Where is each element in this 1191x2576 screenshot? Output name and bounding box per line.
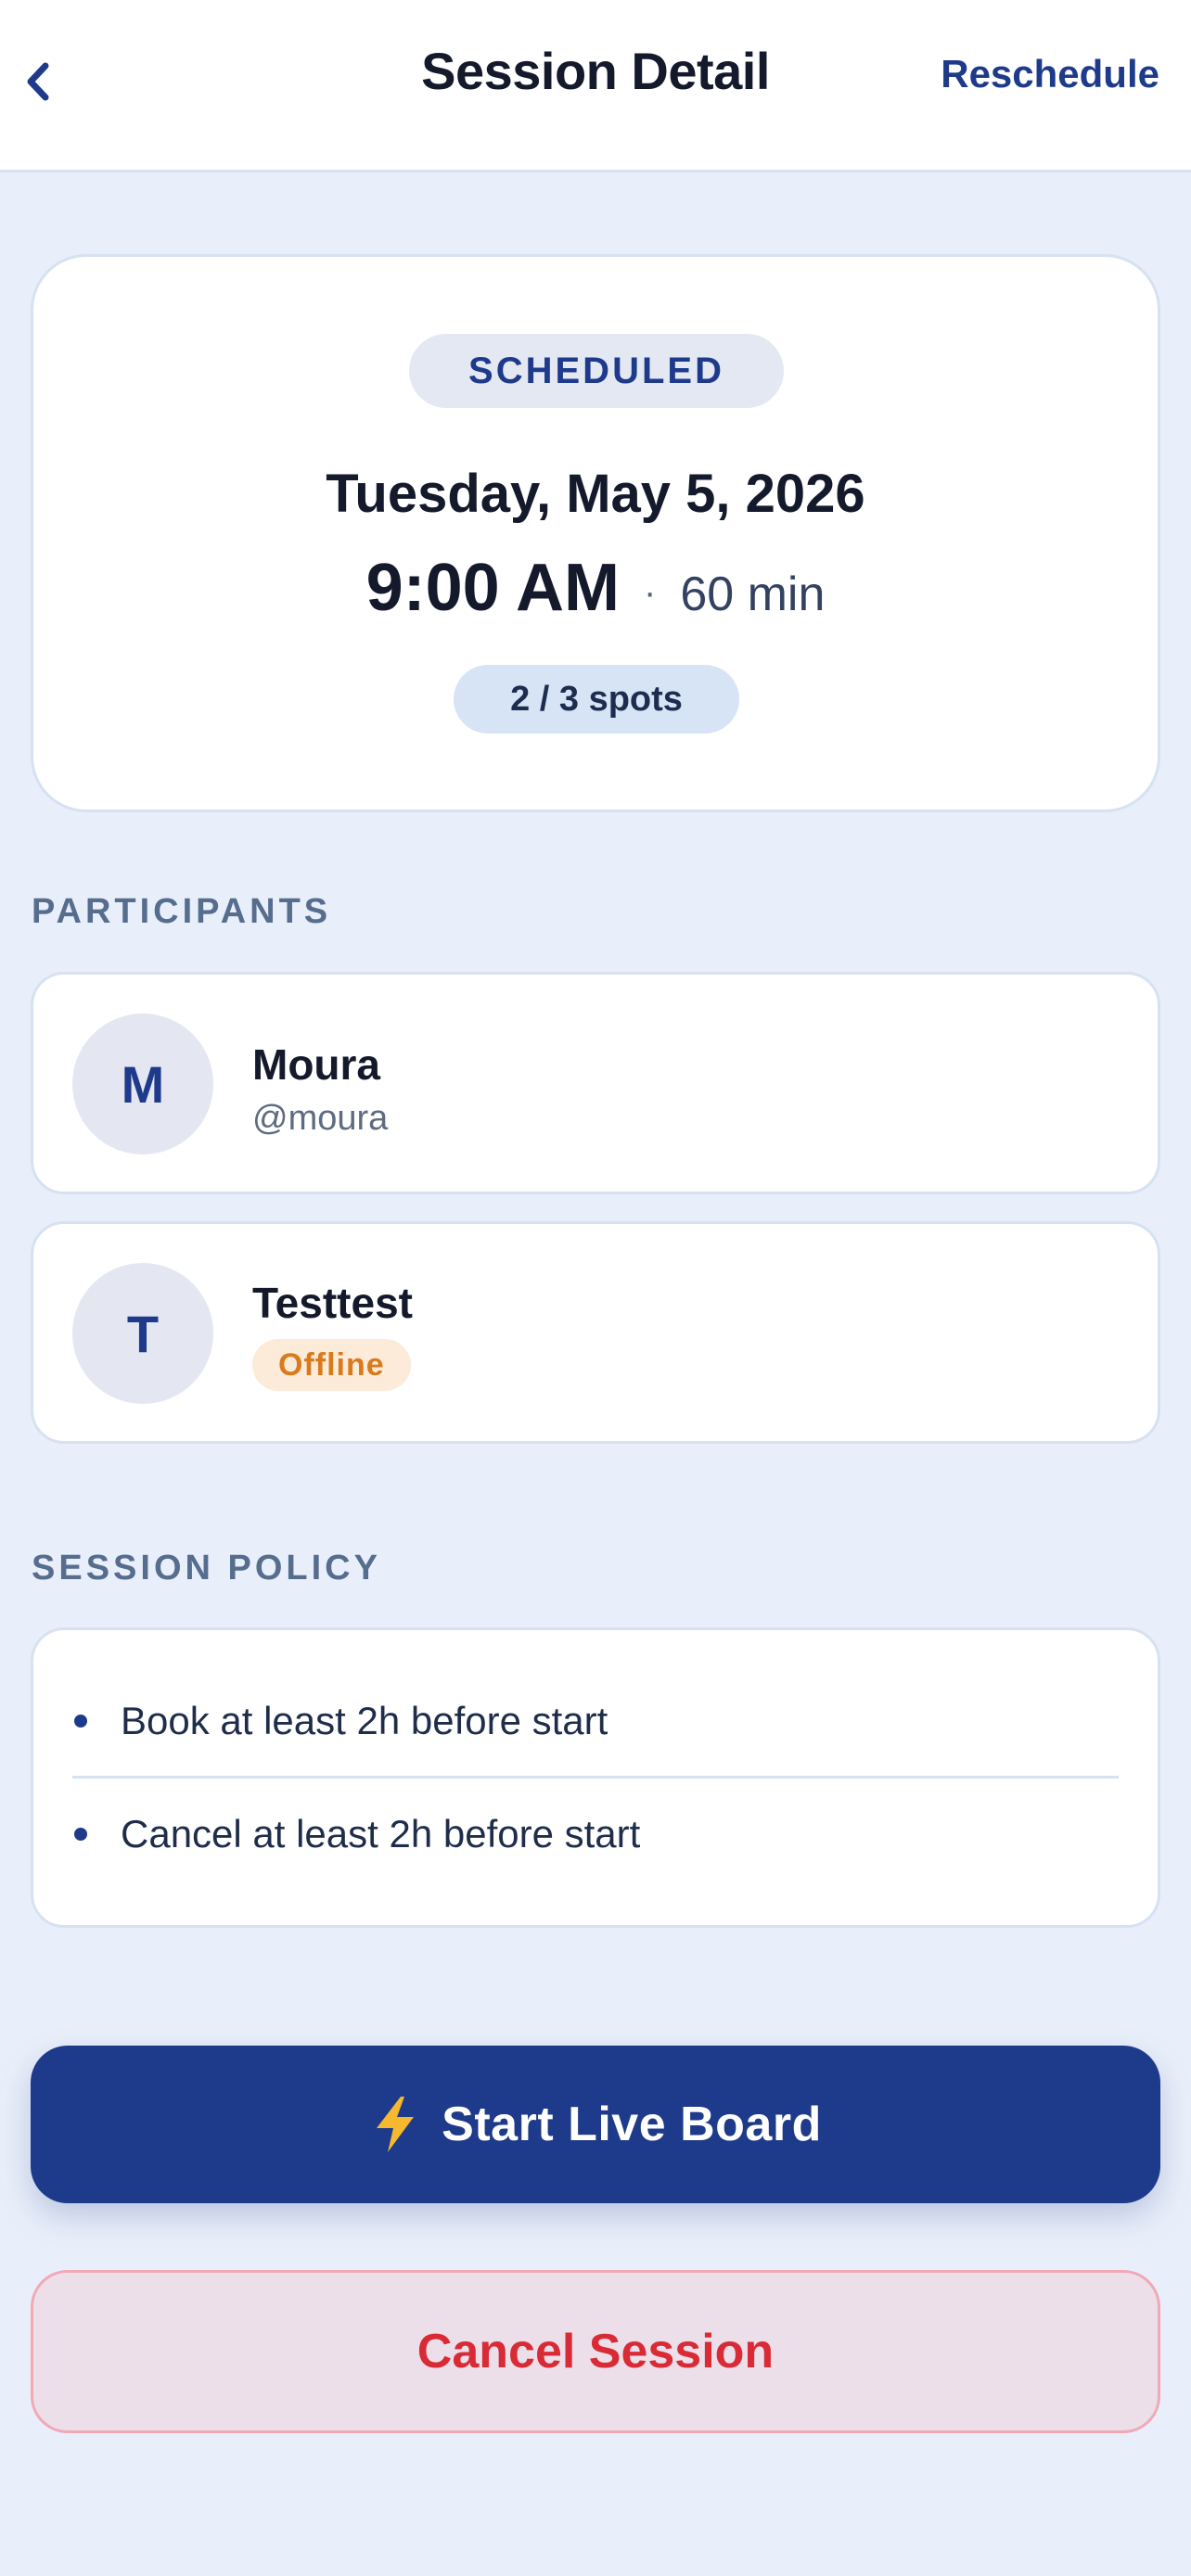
start-live-board-label: Start Live Board bbox=[442, 2098, 822, 2151]
participant-name: Moura bbox=[252, 1040, 380, 1089]
policy-text: Book at least 2h before start bbox=[121, 1699, 608, 1742]
nav-header: Session Detail Reschedule bbox=[0, 0, 1191, 172]
session-time: 9:00 AM bbox=[365, 551, 620, 625]
participant-name: Testtest bbox=[252, 1279, 413, 1327]
offline-status-badge: Offline bbox=[252, 1339, 411, 1391]
cancel-session-label: Cancel Session bbox=[416, 2325, 775, 2378]
lightning-bolt-icon bbox=[377, 2097, 415, 2152]
policy-card: Book at least 2h before start Cancel at … bbox=[31, 1627, 1160, 1928]
participant-card[interactable]: M Moura @moura bbox=[31, 972, 1160, 1194]
session-duration: 60 min bbox=[680, 567, 826, 621]
status-badge: SCHEDULED bbox=[409, 334, 784, 408]
reschedule-button[interactable]: Reschedule bbox=[941, 52, 1159, 96]
start-live-board-button[interactable]: Start Live Board bbox=[31, 2046, 1160, 2203]
cancel-session-button[interactable]: Cancel Session bbox=[31, 2270, 1160, 2433]
bullet-icon bbox=[74, 1715, 87, 1728]
session-date: Tuesday, May 5, 2026 bbox=[326, 464, 865, 524]
participants-section-label: PARTICIPANTS bbox=[32, 892, 332, 931]
session-summary-card: SCHEDULED Tuesday, May 5, 2026 9:00 AM ·… bbox=[31, 254, 1160, 812]
policy-item: Cancel at least 2h before start bbox=[74, 1779, 1117, 1890]
separator-dot: · bbox=[644, 572, 657, 613]
policy-text: Cancel at least 2h before start bbox=[121, 1812, 641, 1855]
bullet-icon bbox=[74, 1828, 87, 1841]
participant-handle: @moura bbox=[252, 1099, 389, 1138]
participant-card[interactable]: T Testtest Offline bbox=[31, 1221, 1160, 1444]
avatar: M bbox=[72, 1014, 213, 1154]
spots-badge: 2 / 3 spots bbox=[454, 665, 739, 733]
session-time-row: 9:00 AM · 60 min bbox=[33, 550, 1158, 626]
avatar: T bbox=[72, 1263, 213, 1404]
policy-section-label: SESSION POLICY bbox=[32, 1549, 381, 1588]
policy-item: Book at least 2h before start bbox=[74, 1665, 1117, 1777]
